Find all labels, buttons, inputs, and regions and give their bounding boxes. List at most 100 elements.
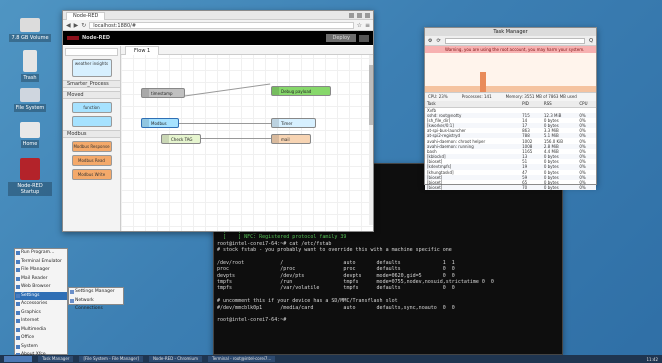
desktop-icon-label: Trash	[21, 74, 39, 82]
close-icon[interactable]	[365, 12, 370, 18]
flow-workspace[interactable]: Flow 1 timestamp Modbus Debug payload Ti…	[121, 46, 373, 231]
flow-tabs: Flow 1	[121, 46, 373, 55]
clock: 11:42	[646, 356, 658, 362]
node-palette: weather insights Smarter_Process Moved f…	[63, 46, 121, 231]
flow-node[interactable]: Check TAG	[161, 134, 201, 144]
menu-item-settings-manager[interactable]: Settings Manager	[69, 288, 123, 297]
flow-wire	[191, 138, 271, 139]
start-menu-item[interactable]: Terminal Emulator	[15, 258, 67, 267]
trash-icon	[23, 50, 37, 72]
minimize-icon[interactable]	[349, 12, 354, 18]
cpu-stat: CPU: 23%	[428, 94, 448, 99]
flow-node[interactable]: Debug payload	[271, 86, 331, 96]
forward-icon[interactable]: ▶	[74, 22, 79, 29]
flow-wire	[179, 123, 271, 124]
back-icon[interactable]: ◀	[66, 22, 71, 29]
memory-stat: Memory: 3551 MB of 7863 MB used	[505, 94, 577, 99]
tab-flow-1[interactable]: Flow 1	[125, 46, 160, 55]
desktop-icon-filesystem[interactable]: File System	[8, 88, 52, 112]
menu-item-network-connections[interactable]: Network Connections	[69, 297, 123, 311]
nodered-header: Node-RED Deploy	[63, 31, 373, 45]
palette-node[interactable]: Modbus Response	[71, 141, 112, 152]
desktop-icon-label: Home	[20, 140, 40, 148]
start-menu-item[interactable]: Office	[15, 334, 67, 343]
palette-filter-input[interactable]	[65, 48, 118, 56]
table-cell: 0 bytes	[541, 185, 578, 191]
start-menu-item[interactable]: Web Browser	[15, 283, 67, 292]
palette-node[interactable]: weather insights	[71, 59, 112, 77]
start-menu-item[interactable]: Internet	[15, 317, 67, 326]
palette-category[interactable]: Moved	[63, 91, 120, 99]
browser-urlbar: ◀ ▶ ↻ localhost:1880/# ☆ ≡	[63, 20, 373, 31]
palette-category[interactable]: Smarter_Process	[63, 80, 120, 88]
table-cell: [bioset]	[425, 185, 521, 191]
palette-node[interactable]	[71, 116, 112, 127]
nodered-logo-icon	[67, 36, 79, 40]
nodered-browser-window[interactable]: Node-RED ◀ ▶ ↻ localhost:1880/# ☆ ≡ Node…	[62, 10, 374, 232]
system-stats: CPU: 23% Processes: 141 Memory: 3551 MB …	[425, 93, 596, 101]
table-cell: 70	[520, 185, 542, 191]
process-stat: Processes: 141	[461, 94, 492, 99]
settings-icon[interactable]: ⚙	[428, 38, 432, 44]
deploy-button[interactable]: Deploy	[326, 34, 356, 42]
search-input[interactable]	[444, 37, 586, 44]
nodered-menu-icon[interactable]	[359, 34, 369, 42]
start-button[interactable]	[4, 356, 32, 362]
search-icon[interactable]: Q	[589, 38, 593, 44]
taskbar-item[interactable]: Task Manager	[38, 356, 74, 362]
home-icon	[20, 122, 40, 138]
nodered-title: Node-RED	[82, 35, 111, 41]
nodered-icon	[20, 158, 40, 180]
palette-category[interactable]: Modbus	[63, 130, 120, 138]
flow-wire	[181, 83, 271, 97]
start-menu-item[interactable]: System	[15, 343, 67, 352]
terminal-line: root@intel-corei7-64:~#	[217, 317, 290, 324]
start-menu-item[interactable]: Run Program...	[15, 249, 67, 258]
desktop-icon-home[interactable]: Home	[8, 122, 52, 148]
taskbar-item[interactable]: Terminal - root@intel-corei7...	[207, 356, 276, 362]
desktop-icon-volume[interactable]: 7.8 GB Volume	[8, 18, 52, 42]
start-menu-item[interactable]: Mail Reader	[15, 275, 67, 284]
flow-node[interactable]: timestamp	[141, 88, 185, 98]
taskmanager-title[interactable]: Task Manager	[425, 28, 596, 36]
palette-node[interactable]: Modbus Read	[71, 155, 112, 166]
url-input[interactable]: localhost:1880/#	[89, 21, 354, 29]
start-menu-item[interactable]: Accessories	[15, 300, 67, 309]
reload-icon[interactable]: ↻	[81, 22, 86, 29]
taskbar-item[interactable]: [File System - File Manager]	[79, 356, 143, 362]
browser-titlebar[interactable]: Node-RED	[63, 11, 373, 20]
table-cell: 0%	[577, 185, 596, 191]
table-row[interactable]: [bioset] 70 0 bytes 0%	[425, 185, 596, 191]
window-controls	[349, 12, 370, 18]
flow-node[interactable]: Modbus	[141, 118, 179, 128]
start-menu-item[interactable]: Settings	[15, 291, 67, 300]
settings-submenu: Settings Manager Network Connections	[68, 287, 124, 311]
browser-tab[interactable]: Node-RED	[66, 11, 106, 20]
start-menu-item[interactable]: File Manager	[15, 266, 67, 275]
desktop-icon-label: File System	[13, 104, 47, 112]
taskmanager-toolbar: ⚙ ⟳ Q	[425, 36, 596, 46]
cpu-graph	[425, 53, 596, 93]
drive-icon	[20, 18, 40, 32]
palette-node[interactable]: Modbus Write	[71, 169, 112, 180]
process-table: Task PID RSS CPU Xvfb sshd: root@notty 715 12.…	[425, 101, 596, 191]
refresh-icon[interactable]: ⟳	[436, 38, 440, 44]
browser-menu-icon[interactable]: ≡	[365, 22, 370, 29]
flow-node[interactable]: mail	[271, 134, 311, 144]
star-icon[interactable]: ☆	[357, 22, 362, 29]
start-menu: Run Program... Terminal Emulator File Mana…	[14, 248, 68, 363]
desktop-icon-label: Node-RED Startup	[8, 182, 52, 196]
desktop-icon-trash[interactable]: Trash	[8, 50, 52, 82]
desktop-icon-label: 7.8 GB Volume	[9, 34, 51, 42]
root-warning: Warning, you are using the root account,…	[425, 46, 596, 53]
taskbar: Task Manager [File System - File Manager…	[0, 355, 662, 363]
maximize-icon[interactable]	[357, 12, 362, 18]
workspace-scrollbar[interactable]	[369, 55, 373, 225]
start-menu-item[interactable]: Multimedia	[15, 326, 67, 335]
task-manager-window[interactable]: Task Manager ⚙ ⟳ Q Warning, you are usin…	[424, 27, 597, 191]
flow-node[interactable]: Timer	[271, 118, 316, 128]
start-menu-item[interactable]: Graphics	[15, 309, 67, 318]
taskbar-item[interactable]: Node-RED - Chromium	[148, 356, 202, 362]
palette-node[interactable]: function	[71, 102, 112, 113]
desktop-icon-nodered[interactable]: Node-RED Startup	[8, 158, 52, 196]
